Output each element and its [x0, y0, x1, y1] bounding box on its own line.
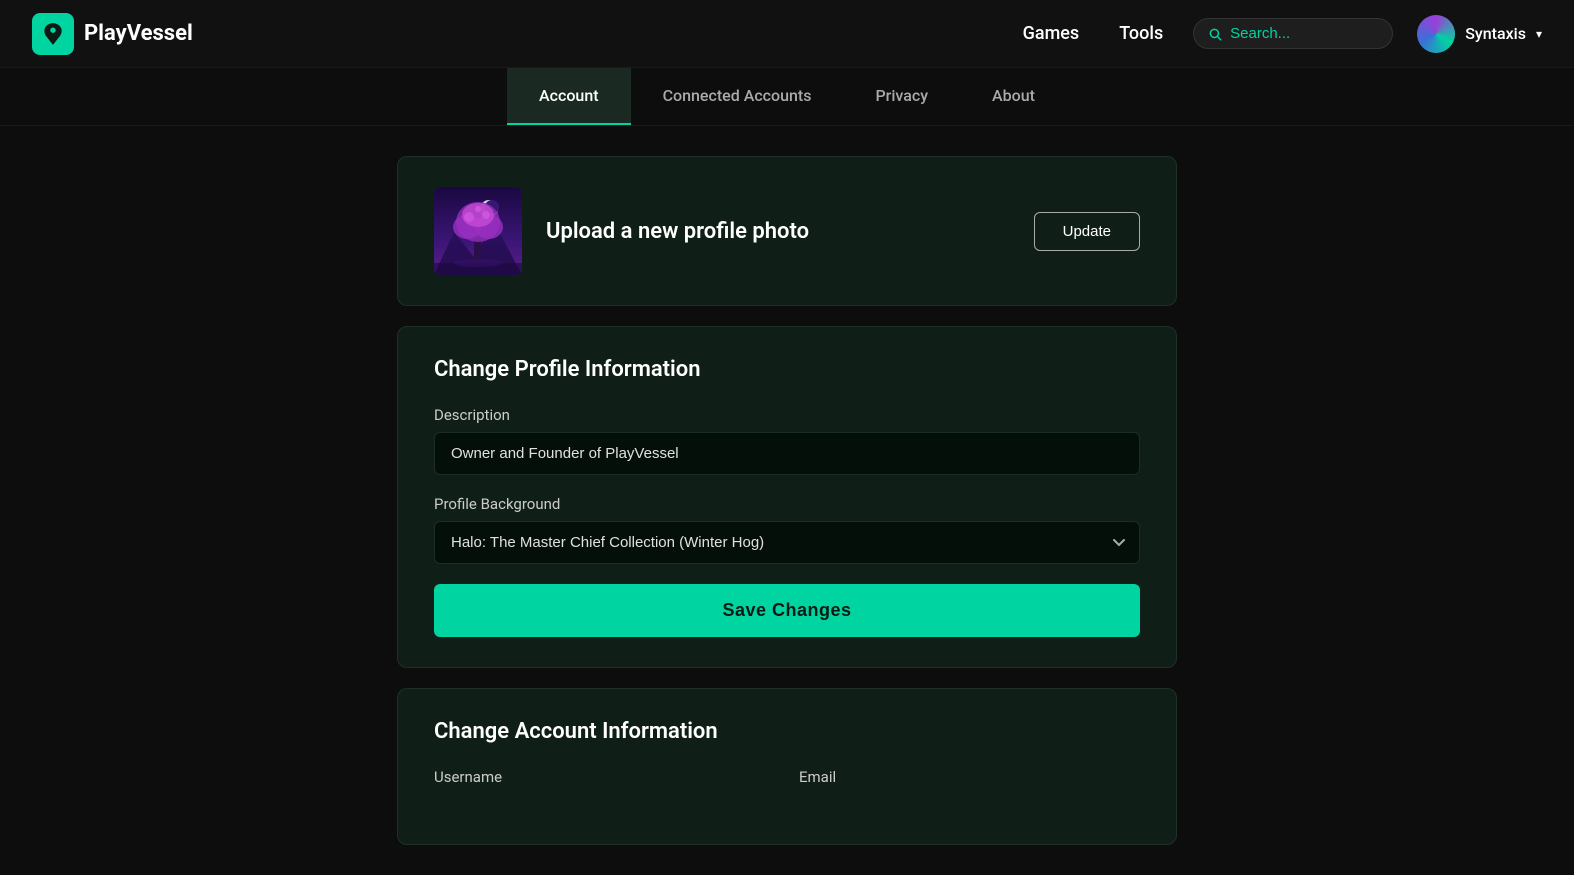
user-name: Syntaxis — [1465, 24, 1526, 43]
user-menu[interactable]: Syntaxis ▾ — [1417, 15, 1542, 53]
logo-icon — [32, 13, 74, 55]
search-icon — [1208, 26, 1222, 42]
username-label: Username — [434, 768, 775, 786]
description-group: Description — [434, 406, 1140, 475]
main-nav: Games Tools — [1023, 23, 1164, 44]
profile-info-title: Change Profile Information — [434, 357, 1140, 382]
description-label: Description — [434, 406, 1140, 424]
nav-tools[interactable]: Tools — [1119, 23, 1163, 44]
description-input[interactable] — [434, 432, 1140, 475]
email-label: Email — [799, 768, 1140, 786]
logo-area[interactable]: PlayVessel — [32, 13, 193, 55]
background-label: Profile Background — [434, 495, 1140, 513]
username-group: Username — [434, 768, 775, 794]
update-photo-button[interactable]: Update — [1034, 212, 1140, 251]
tabs-container: Account Connected Accounts Privacy About — [0, 68, 1574, 126]
save-changes-button[interactable]: Save Changes — [434, 584, 1140, 637]
avatar-inner — [1417, 15, 1455, 53]
background-group: Profile Background Halo: The Master Chie… — [434, 495, 1140, 564]
brand-name: PlayVessel — [84, 21, 193, 46]
search-bar[interactable] — [1193, 18, 1393, 49]
account-info-title: Change Account Information — [434, 719, 1140, 744]
profile-photo-svg — [434, 187, 522, 275]
profile-info-card: Change Profile Information Description P… — [397, 326, 1177, 668]
search-input[interactable] — [1230, 25, 1378, 42]
tabs: Account Connected Accounts Privacy About — [507, 68, 1067, 125]
profile-photo-inner — [434, 187, 522, 275]
tab-about[interactable]: About — [960, 68, 1067, 125]
account-fields-row: Username Email — [434, 768, 1140, 814]
account-info-card: Change Account Information Username Emai… — [397, 688, 1177, 845]
main-content: Upload a new profile photo Update Change… — [397, 126, 1177, 875]
logo-svg — [40, 21, 66, 47]
photo-upload-card: Upload a new profile photo Update — [397, 156, 1177, 306]
chevron-down-icon: ▾ — [1536, 27, 1542, 41]
email-group: Email — [799, 768, 1140, 794]
tab-account[interactable]: Account — [507, 68, 631, 125]
nav-games[interactable]: Games — [1023, 23, 1080, 44]
tab-privacy[interactable]: Privacy — [843, 68, 960, 125]
tab-connected-accounts[interactable]: Connected Accounts — [631, 68, 844, 125]
background-select[interactable]: Halo: The Master Chief Collection (Winte… — [434, 521, 1140, 564]
avatar — [1417, 15, 1455, 53]
photo-upload-title: Upload a new profile photo — [546, 219, 1010, 244]
profile-photo — [434, 187, 522, 275]
